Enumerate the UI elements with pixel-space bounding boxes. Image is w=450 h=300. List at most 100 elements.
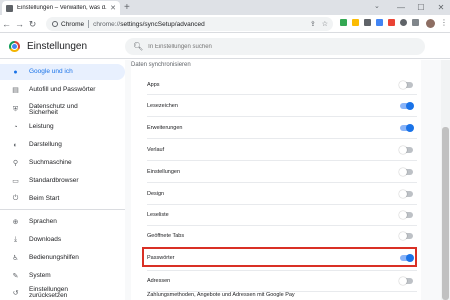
toggle-knob (399, 276, 407, 285)
toggle-switch[interactable] (400, 123, 414, 132)
toggle-knob (399, 145, 407, 154)
row-divider (147, 94, 417, 95)
toolbar: ← → ↻ Chrome chrome://settings/syncSetup… (0, 15, 450, 33)
row-label: Erweiterungen (147, 124, 183, 131)
toggle-switch[interactable] (399, 276, 413, 285)
profile-avatar[interactable] (426, 19, 435, 28)
settings-header: Einstellungen 🔍︎ (0, 34, 450, 59)
sidebar-item-zuruecksetzen[interactable]: ↺ Einstellungen zurücksetzen (0, 285, 125, 300)
toggle-switch[interactable] (399, 80, 413, 89)
address-bar[interactable]: Chrome chrome://settings/syncSetup/advan… (46, 17, 333, 31)
url-text: chrome://settings/syncSetup/advanced (93, 21, 205, 28)
menu-kebab-icon[interactable]: ⋮ (440, 18, 448, 27)
sync-row-zahlungsmethoden[interactable]: Zahlungsmethoden, Angebote und Adressen … (147, 292, 417, 300)
sidebar-item-beim-start[interactable]: ⏻ Beim Start (0, 191, 125, 207)
forward-icon[interactable]: → (13, 15, 26, 33)
sync-row-erweiterungen[interactable]: Erweiterungen (147, 118, 417, 137)
maximize-icon[interactable]: ☐ (416, 3, 426, 12)
sidebar-item-autofill[interactable]: ▤ Autofill und Passwörter (0, 82, 125, 98)
extensions-area (340, 19, 419, 26)
sync-row-adressen[interactable]: Adressen (147, 271, 417, 290)
settings-favicon-icon (6, 4, 13, 12)
shield-icon: ⛨ (12, 106, 19, 113)
toggle-switch[interactable] (399, 231, 413, 240)
sidebar-item-datenschutz[interactable]: ⛨ Datenschutz und Sicherheit (0, 100, 125, 120)
row-label: Einstellungen (147, 168, 181, 175)
omnibox-divider (88, 20, 90, 28)
extension-blue-icon[interactable] (376, 19, 383, 26)
extensions-puzzle-icon[interactable] (400, 19, 407, 26)
sync-row-verlauf[interactable]: Verlauf (147, 140, 417, 159)
row-divider (147, 138, 417, 139)
sidebar-item-suchmaschine[interactable]: ⚲ Suchmaschine (0, 155, 125, 171)
passwords-highlight-box (142, 247, 417, 267)
window-controls: — ☐ ✕ (396, 1, 446, 14)
sync-row-einstellungen[interactable]: Einstellungen (147, 162, 417, 181)
page-title: Einstellungen (27, 41, 88, 52)
row-label: Leseliste (147, 211, 169, 218)
sidebar-item-google-und-ich[interactable]: ● Google und ich (0, 64, 125, 80)
toggle-knob (399, 210, 407, 219)
extension-drive-icon[interactable] (352, 19, 359, 26)
extension-red-icon[interactable] (388, 19, 395, 26)
chip-label: Chrome (61, 20, 85, 28)
share-icon[interactable]: ⇪ (310, 20, 316, 28)
toggle-switch[interactable] (399, 145, 413, 154)
reset-icon: ↺ (12, 290, 19, 297)
settings-search[interactable]: 🔍︎ (125, 38, 425, 55)
wrench-icon: ✎ (12, 273, 19, 280)
sync-row-design[interactable]: Design (147, 184, 417, 203)
sidebar-item-darstellung[interactable]: ◐ Darstellung (0, 137, 125, 153)
chrome-logo-icon (9, 41, 20, 52)
close-window-icon[interactable]: ✕ (436, 3, 446, 12)
extension-green-icon[interactable] (340, 19, 347, 26)
site-info-chip[interactable]: Chrome (52, 21, 84, 28)
sidebar-item-label: Leistung (29, 122, 54, 130)
toggle-switch[interactable] (399, 189, 413, 198)
sidebar-item-leistung[interactable]: ◔ Leistung (0, 119, 125, 135)
download-icon: ⤓ (13, 236, 18, 243)
reload-icon[interactable]: ↻ (26, 15, 39, 33)
toggle-switch[interactable] (400, 101, 414, 110)
sidebar-item-system[interactable]: ✎ System (0, 268, 125, 284)
sidebar-item-label: System (29, 271, 51, 279)
close-tab-icon[interactable]: ✕ (110, 4, 116, 12)
sync-row-apps[interactable]: Apps (147, 75, 417, 94)
bookmark-star-icon[interactable]: ☆ (322, 20, 328, 28)
sidebar-item-bedienungshilfen[interactable]: ♿︎ Bedienungshilfen (0, 250, 125, 266)
toggle-knob (399, 80, 407, 89)
active-tab[interactable]: Einstellungen – Verwalten, was d... ✕ (2, 1, 120, 15)
back-icon[interactable]: ← (0, 15, 13, 33)
toggle-switch[interactable] (399, 167, 413, 176)
tab-strip: Einstellungen – Verwalten, was d... ✕ + … (0, 0, 450, 15)
toggle-switch[interactable] (399, 210, 413, 219)
omnibox-actions: ⇪ ☆ (310, 20, 328, 28)
section-heading: Daten synchronisieren (131, 62, 191, 68)
row-label: Geöffnete Tabs (147, 232, 185, 239)
sidebar-item-label: Darstellung (29, 140, 62, 148)
minimize-icon[interactable]: — (396, 3, 406, 12)
tab-search-icon[interactable]: ⌄ (374, 2, 380, 10)
row-label: Apps (147, 81, 160, 88)
sidebar-item-downloads[interactable]: ⤓ Downloads (0, 232, 125, 248)
row-label: Lesezeichen (147, 102, 178, 109)
new-tab-icon[interactable]: + (124, 2, 130, 13)
row-divider (147, 182, 417, 183)
extension-gray-icon[interactable] (364, 19, 371, 26)
side-panel-icon[interactable] (412, 19, 419, 26)
autofill-icon: ▤ (12, 87, 19, 94)
sync-row-lesezeichen[interactable]: Lesezeichen (147, 96, 417, 115)
settings-search-input[interactable] (148, 43, 399, 50)
sync-row-geoeffnete-tabs[interactable]: Geöffnete Tabs (147, 226, 417, 245)
browser-icon: ▭ (12, 178, 19, 185)
toggle-knob (406, 101, 414, 110)
toggle-knob (399, 189, 407, 198)
sync-row-leseliste[interactable]: Leseliste (147, 205, 417, 224)
toggle-knob (399, 231, 407, 240)
search-icon: 🔍︎ (133, 42, 144, 51)
scrollbar-thumb[interactable] (442, 127, 449, 300)
tab-title: Einstellungen – Verwalten, was d... (17, 5, 108, 11)
url-path: settings/syncSetup/advanced (120, 20, 205, 28)
sidebar-item-standardbrowser[interactable]: ▭ Standardbrowser (0, 173, 125, 189)
sidebar-item-sprachen[interactable]: ⊕ Sprachen (0, 214, 125, 230)
